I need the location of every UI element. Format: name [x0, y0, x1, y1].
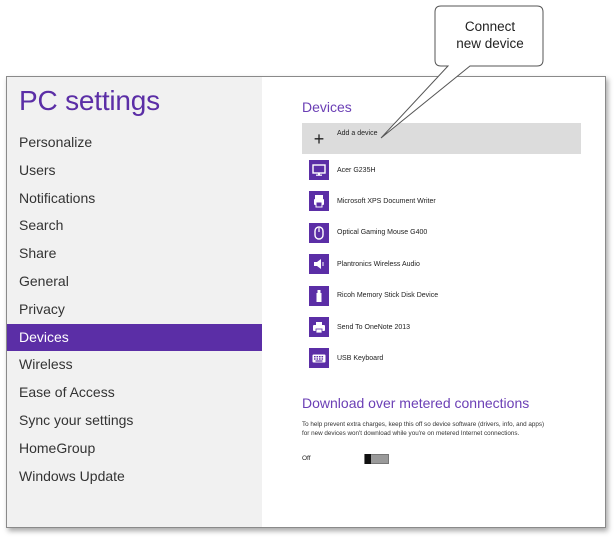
callout-line-1: Connect [464, 19, 516, 34]
callout-bubble [380, 5, 544, 139]
callout-text: Connect new device [439, 18, 541, 52]
callout-line-2: new device [456, 36, 524, 51]
